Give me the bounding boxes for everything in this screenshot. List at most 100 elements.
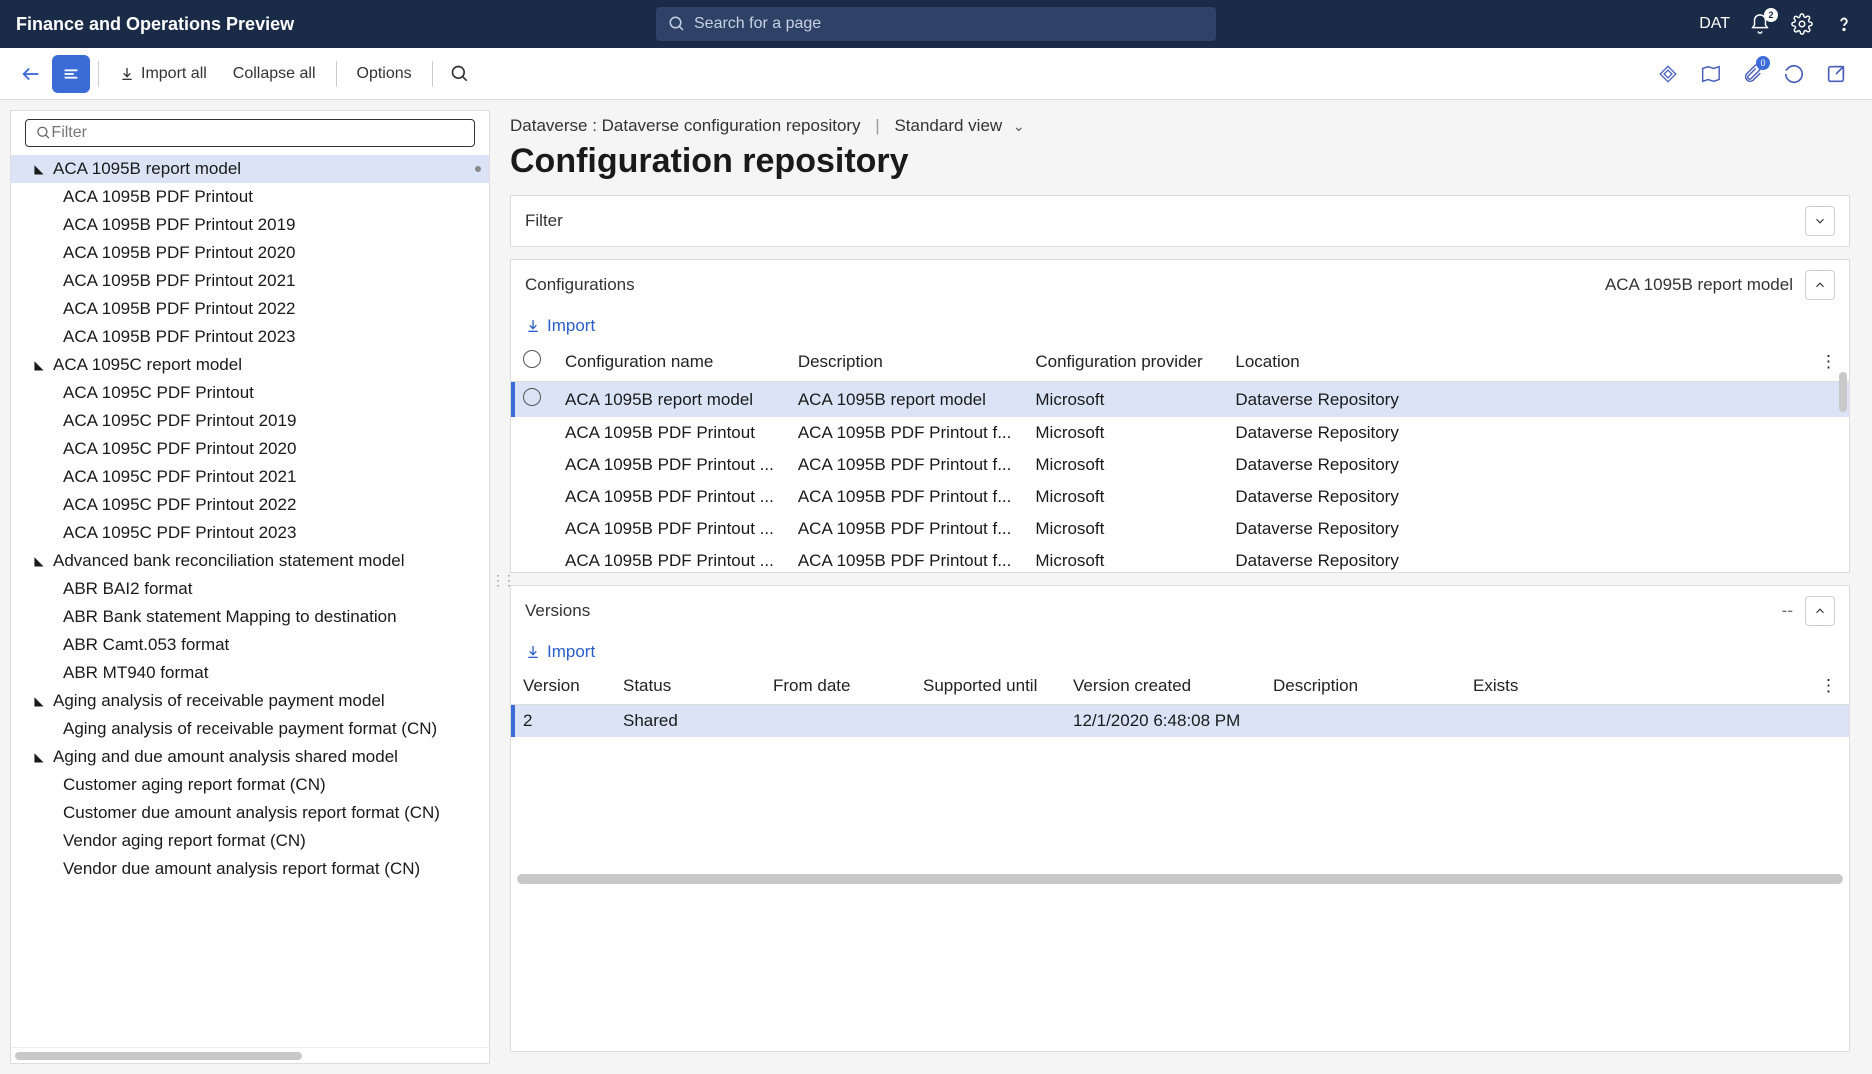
config-row[interactable]: ACA 1095B PDF PrintoutACA 1095B PDF Prin… [511,417,1849,449]
cell-desc: ACA 1095B PDF Printout f... [786,417,1024,449]
tree-node-label: Aging and due amount analysis shared mod… [53,747,398,767]
global-search[interactable]: Search for a page [656,7,1216,41]
col-config-name[interactable]: Configuration name [553,342,786,382]
tree-parent-node[interactable]: ◢ACA 1095B report model [11,155,489,183]
tree-parent-node[interactable]: ◢Advanced bank reconciliation statement … [11,547,489,575]
cell-location: Dataverse Repository [1223,545,1808,572]
col-description[interactable]: Description [786,342,1024,382]
tree-parent-node[interactable]: ◢ACA 1095C report model [11,351,489,379]
cell-desc: ACA 1095B PDF Printout f... [786,449,1024,481]
tree-parent-node[interactable]: ◢Aging and due amount analysis shared mo… [11,743,489,771]
config-row[interactable]: ACA 1095B PDF Printout ...ACA 1095B PDF … [511,545,1849,572]
view-selector[interactable]: Standard view ⌄ [894,116,1024,135]
help-icon[interactable] [1832,12,1856,36]
tree-child-node[interactable]: ACA 1095C PDF Printout 2023 [11,519,489,547]
diamond-icon[interactable] [1654,60,1682,88]
tree-child-node[interactable]: ACA 1095C PDF Printout 2019 [11,407,489,435]
config-tree[interactable]: ◢ACA 1095B report modelACA 1095B PDF Pri… [11,155,489,1047]
col-version-description[interactable]: Description [1261,668,1461,705]
tree-child-node[interactable]: Customer due amount analysis report form… [11,799,489,827]
col-location[interactable]: Location [1223,342,1808,382]
tree-node-label: ACA 1095B PDF Printout 2021 [63,271,295,291]
download-icon [119,66,135,82]
tree-child-node[interactable]: ACA 1095C PDF Printout 2020 [11,435,489,463]
back-button[interactable] [12,55,50,93]
tree-child-node[interactable]: ACA 1095B PDF Printout 2019 [11,211,489,239]
separator [98,61,99,87]
panel-resize-handle[interactable]: ⋮⋮ [491,572,497,602]
popout-icon[interactable] [1822,60,1850,88]
collapse-all-label: Collapse all [233,65,316,83]
attachments-icon[interactable]: 0 [1738,60,1766,88]
tree-child-node[interactable]: ACA 1095B PDF Printout 2023 [11,323,489,351]
tree-filter-input[interactable] [51,124,464,142]
config-row[interactable]: ACA 1095B report modelACA 1095B report m… [511,382,1849,418]
tree-node-label: ACA 1095C report model [53,355,242,375]
tree-child-node[interactable]: ACA 1095C PDF Printout 2022 [11,491,489,519]
config-import-button[interactable]: Import [525,316,595,336]
configurations-subtitle: ACA 1095B report model [1605,275,1793,295]
col-supported-until[interactable]: Supported until [911,668,1061,705]
filter-expand-button[interactable] [1805,206,1835,236]
tree-child-node[interactable]: ABR Bank statement Mapping to destinatio… [11,603,489,631]
tree-child-node[interactable]: Vendor due amount analysis report format… [11,855,489,883]
config-row[interactable]: ACA 1095B PDF Printout ...ACA 1095B PDF … [511,513,1849,545]
cell-until [911,705,1061,738]
tree-child-node[interactable]: ABR Camt.053 format [11,631,489,659]
versions-collapse-button[interactable] [1805,596,1835,626]
tree-child-node[interactable]: ACA 1095B PDF Printout [11,183,489,211]
grid-menu-icon[interactable]: ⋮ [1808,668,1849,705]
config-v-scrollbar[interactable] [1839,372,1847,412]
tree-child-node[interactable]: ABR MT940 format [11,659,489,687]
col-from-date[interactable]: From date [761,668,911,705]
col-status[interactable]: Status [611,668,761,705]
tree-child-node[interactable]: ACA 1095B PDF Printout 2021 [11,267,489,295]
col-version-created[interactable]: Version created [1061,668,1261,705]
tree-child-node[interactable]: Aging analysis of receivable payment for… [11,715,489,743]
download-icon [525,318,541,334]
refresh-icon[interactable] [1780,60,1808,88]
col-exists[interactable]: Exists [1461,668,1808,705]
config-row[interactable]: ACA 1095B PDF Printout ...ACA 1095B PDF … [511,481,1849,513]
tree-filter-wrap[interactable] [25,119,475,147]
gear-icon[interactable] [1790,12,1814,36]
tree-child-node[interactable]: ACA 1095C PDF Printout [11,379,489,407]
tree-child-node[interactable]: ABR BAI2 format [11,575,489,603]
collapse-all-button[interactable]: Collapse all [221,57,328,91]
version-import-button[interactable]: Import [525,642,595,662]
configurations-grid[interactable]: Configuration name Description Configura… [511,342,1849,572]
options-button[interactable]: Options [345,57,424,91]
tree-child-node[interactable]: Vendor aging report format (CN) [11,827,489,855]
col-version[interactable]: Version [511,668,611,705]
tree-child-node[interactable]: ACA 1095C PDF Printout 2021 [11,463,489,491]
version-row[interactable]: 2Shared12/1/2020 6:48:08 PM [511,705,1849,738]
breadcrumb-path[interactable]: Dataverse : Dataverse configuration repo… [510,116,861,135]
search-icon [668,15,686,33]
tree-node-label: ACA 1095B PDF Printout 2020 [63,243,295,263]
tree-child-node[interactable]: Customer aging report format (CN) [11,771,489,799]
tree-child-node[interactable]: ACA 1095B PDF Printout 2022 [11,295,489,323]
separator [336,61,337,87]
config-row[interactable]: ACA 1095B PDF Printout ...ACA 1095B PDF … [511,449,1849,481]
row-radio[interactable] [523,388,541,406]
tree-child-node[interactable]: ACA 1095B PDF Printout 2020 [11,239,489,267]
map-icon[interactable] [1696,60,1724,88]
import-all-button[interactable]: Import all [107,57,219,91]
toolbar-search-button[interactable] [441,55,479,93]
tree-h-scrollbar[interactable] [11,1047,489,1063]
select-all-radio[interactable] [523,350,541,368]
tree-node-label: ABR Bank statement Mapping to destinatio… [63,607,397,627]
tree-node-label: ABR BAI2 format [63,579,192,599]
configurations-collapse-button[interactable] [1805,270,1835,300]
notifications-icon[interactable]: 2 [1748,12,1772,36]
tree-parent-node[interactable]: ◢Aging analysis of receivable payment mo… [11,687,489,715]
import-all-label: Import all [141,65,207,83]
entity-label[interactable]: DAT [1699,15,1730,33]
import-label: Import [547,642,595,662]
col-provider[interactable]: Configuration provider [1023,342,1223,382]
panel-toggle-button[interactable] [52,55,90,93]
versions-grid[interactable]: Version Status From date Supported until… [511,668,1849,737]
versions-h-scrollbar[interactable] [517,874,1843,884]
versions-title: Versions [525,601,590,621]
cell-name: ACA 1095B report model [553,382,786,418]
